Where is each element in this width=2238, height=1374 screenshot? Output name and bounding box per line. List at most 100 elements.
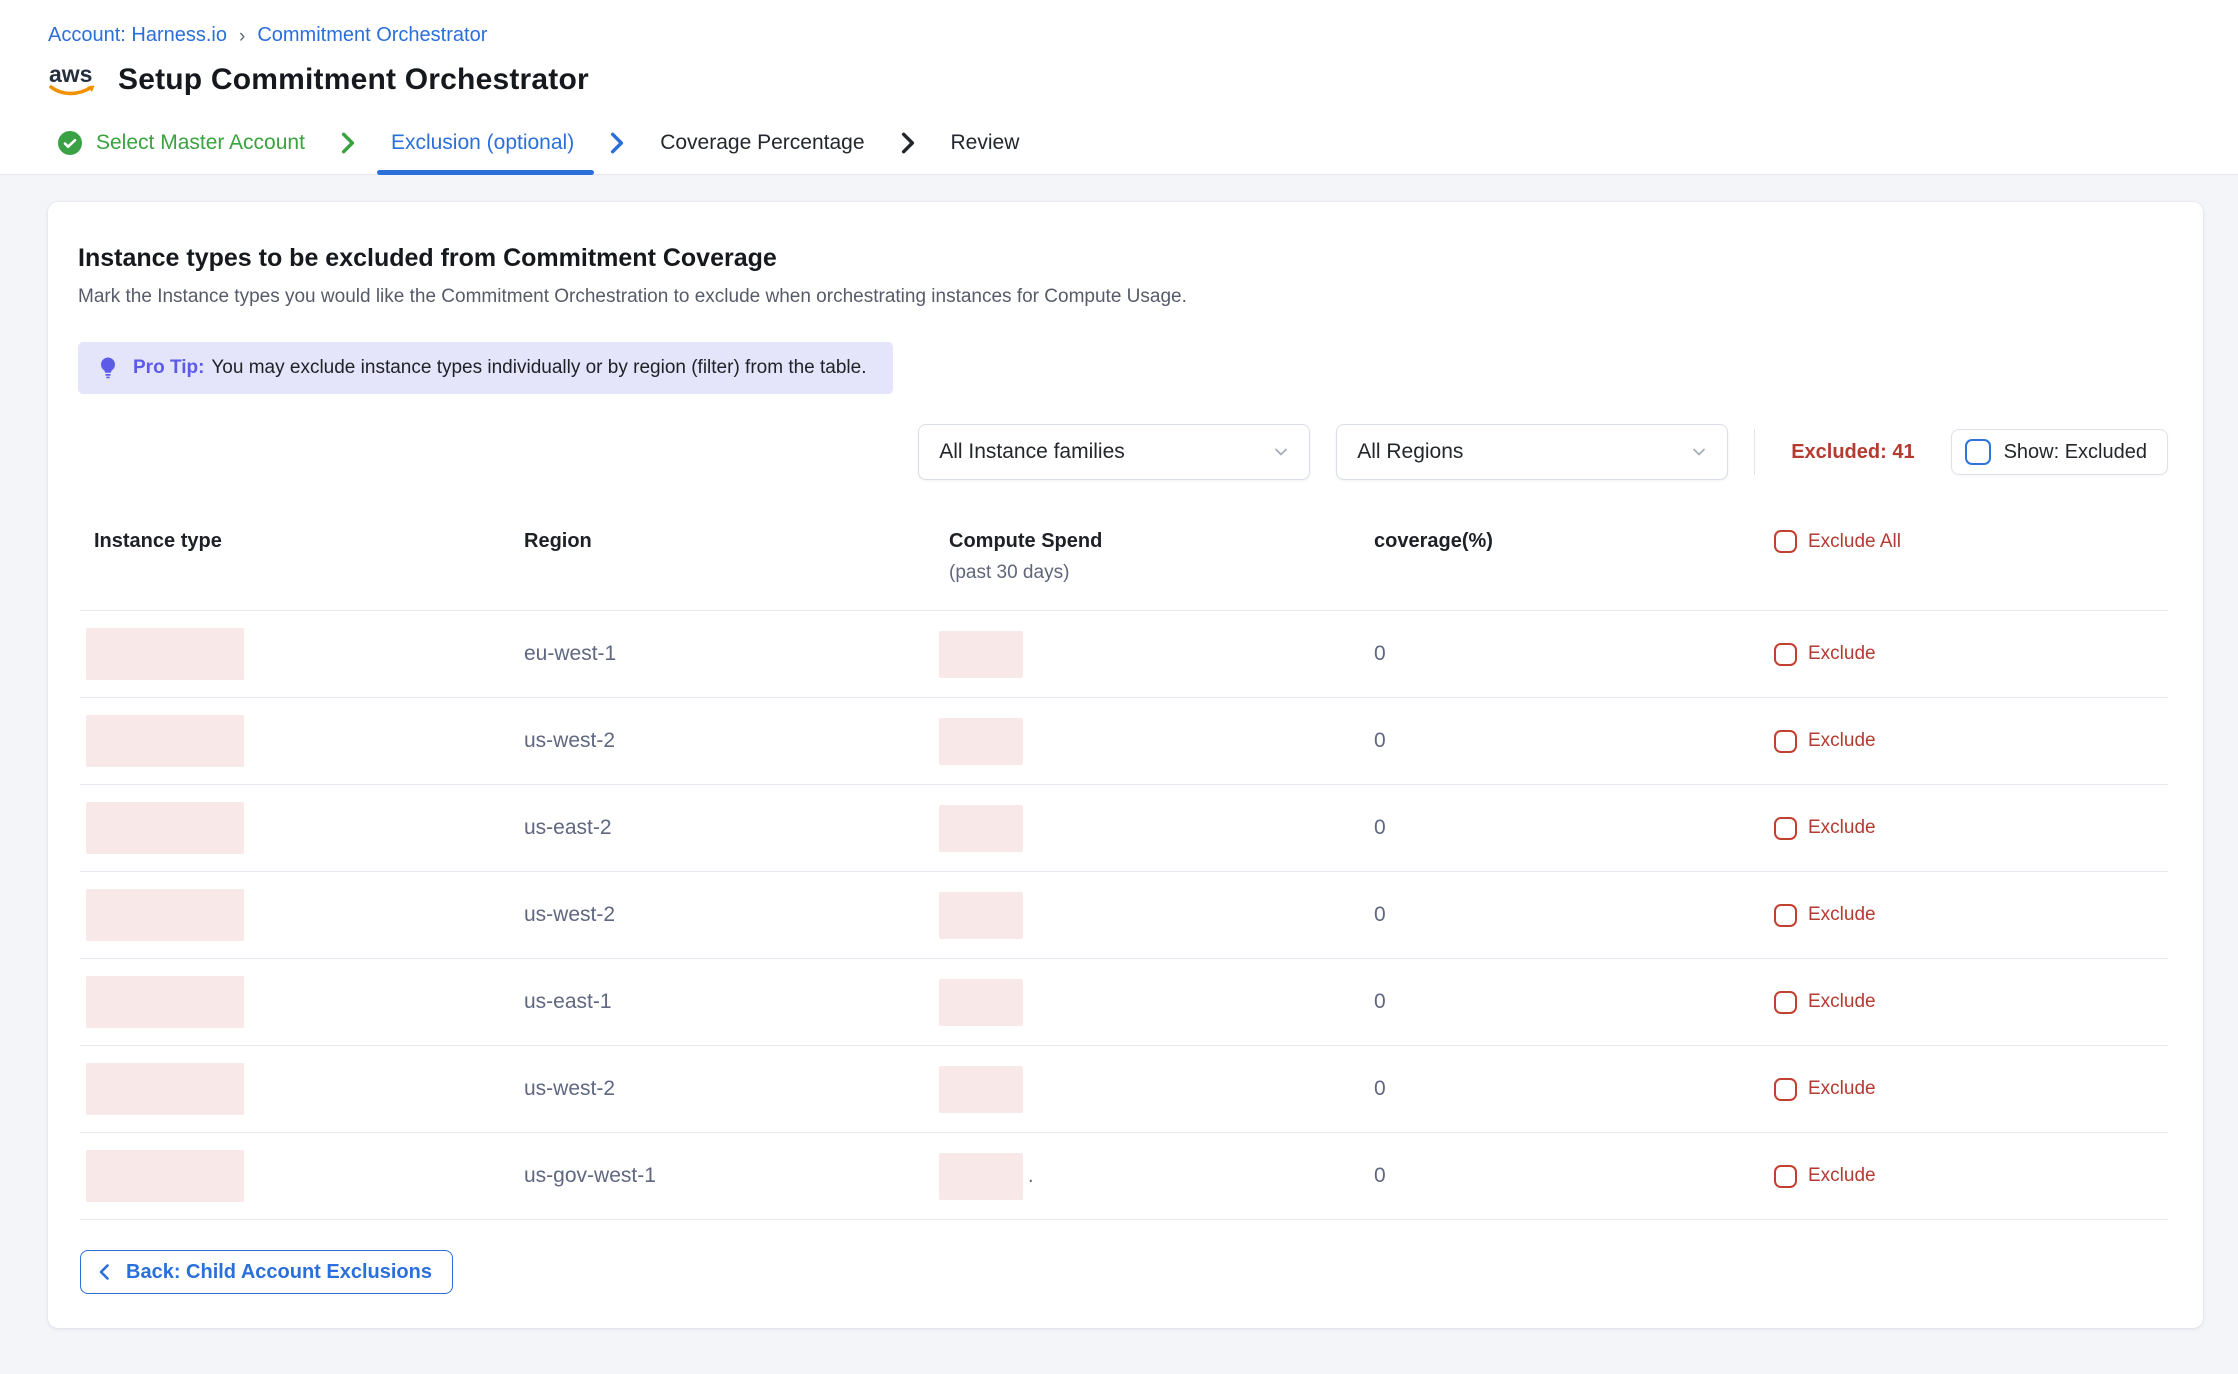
coverage-cell: 0 [1350, 816, 1770, 840]
regions-dropdown[interactable]: All Regions [1336, 424, 1728, 480]
compute-spend-redacted [939, 805, 1023, 852]
region-cell: us-gov-west-1 [510, 1164, 935, 1188]
col-compute-spend-sub: (past 30 days) [949, 562, 1350, 584]
table-row: us-east-2 0 Exclude [80, 785, 2168, 872]
region-cell: us-west-2 [510, 903, 935, 927]
breadcrumb: Account: Harness.io › Commitment Orchest… [0, 0, 2238, 47]
pro-tip-banner: Pro Tip: You may exclude instance types … [78, 342, 893, 394]
instance-type-redacted [86, 889, 244, 941]
exclude-label: Exclude [1808, 904, 1876, 926]
exclude-label: Exclude [1808, 730, 1876, 752]
exclude-control[interactable]: Exclude [1770, 1078, 2168, 1101]
exclude-checkbox[interactable] [1774, 904, 1797, 927]
region-cell: us-west-2 [510, 729, 935, 753]
chevron-right-icon [335, 130, 361, 156]
chevron-left-icon [95, 1262, 115, 1282]
exclude-checkbox[interactable] [1774, 991, 1797, 1014]
pro-tip-label: Pro Tip: [133, 357, 204, 378]
exclude-all-checkbox[interactable] [1774, 530, 1797, 553]
exclude-checkbox[interactable] [1774, 1078, 1797, 1101]
compute-spend-redacted [939, 1066, 1023, 1113]
region-cell: us-west-2 [510, 1077, 935, 1101]
compute-spend-redacted [939, 892, 1023, 939]
excluded-count: Excluded: 41 [1791, 441, 1914, 464]
exclude-checkbox[interactable] [1774, 643, 1797, 666]
show-excluded-checkbox[interactable] [1965, 439, 1991, 465]
step-exclusion[interactable]: Exclusion (optional) [377, 111, 588, 174]
step-label: Exclusion (optional) [391, 131, 574, 155]
exclude-label: Exclude [1808, 817, 1876, 839]
coverage-cell: 0 [1350, 1164, 1770, 1188]
col-compute-spend: Compute Spend (past 30 days) [935, 530, 1350, 584]
pro-tip-text: Pro Tip: You may exclude instance types … [133, 357, 867, 379]
compute-spend-redacted [939, 1153, 1023, 1200]
instance-type-redacted [86, 1063, 244, 1115]
compute-spend-redacted [939, 718, 1023, 765]
step-coverage-percentage[interactable]: Coverage Percentage [646, 111, 878, 174]
coverage-cell: 0 [1350, 903, 1770, 927]
region-cell: us-east-2 [510, 816, 935, 840]
region-cell: eu-west-1 [510, 642, 935, 666]
exclude-control[interactable]: Exclude [1770, 991, 2168, 1014]
breadcrumb-account-link[interactable]: Account: Harness.io [48, 24, 227, 47]
show-excluded-toggle[interactable]: Show: Excluded [1951, 429, 2168, 475]
col-region: Region [510, 530, 935, 553]
instance-type-redacted [86, 976, 244, 1028]
filters-divider [1754, 429, 1755, 475]
section-heading: Instance types to be excluded from Commi… [78, 244, 2169, 273]
instance-type-redacted [86, 1150, 244, 1202]
instance-families-value: All Instance families [939, 440, 1125, 464]
chevron-right-icon [895, 130, 921, 156]
filters-row: All Instance families All Regions Exclud… [80, 424, 2168, 480]
col-instance-type: Instance type [80, 530, 510, 553]
section-subheading: Mark the Instance types you would like t… [78, 286, 2169, 308]
region-cell: us-east-1 [510, 990, 935, 1014]
table-header-row: Instance type Region Compute Spend (past… [80, 530, 2168, 611]
stepper: Select Master Account Exclusion (optiona… [0, 111, 2238, 175]
breadcrumb-page-link[interactable]: Commitment Orchestrator [257, 24, 487, 47]
coverage-cell: 0 [1350, 1077, 1770, 1101]
instance-type-redacted [86, 628, 244, 680]
coverage-cell: 0 [1350, 729, 1770, 753]
exclude-control[interactable]: Exclude [1770, 1165, 2168, 1188]
aws-logo-icon: aws [46, 59, 100, 101]
table-row: us-east-1 0 Exclude [80, 959, 2168, 1046]
exclude-checkbox[interactable] [1774, 1165, 1797, 1188]
exclude-control[interactable]: Exclude [1770, 730, 2168, 753]
exclude-control[interactable]: Exclude [1770, 904, 2168, 927]
exclusions-card: Instance types to be excluded from Commi… [48, 202, 2203, 1328]
breadcrumb-separator-icon: › [239, 26, 245, 48]
coverage-cell: 0 [1350, 642, 1770, 666]
exclude-label: Exclude [1808, 1165, 1876, 1187]
table-row: us-west-2 0 Exclude [80, 1046, 2168, 1133]
table-row: us-gov-west-1 . 0 Exclude [80, 1133, 2168, 1220]
step-label: Select Master Account [96, 131, 305, 155]
table-row: us-west-2 0 Exclude [80, 872, 2168, 959]
svg-text:aws: aws [49, 61, 92, 87]
exclude-checkbox[interactable] [1774, 817, 1797, 840]
compute-spend-suffix: . [1028, 1165, 1034, 1188]
exclude-control[interactable]: Exclude [1770, 817, 2168, 840]
page-title: Setup Commitment Orchestrator [118, 63, 589, 97]
exclude-checkbox[interactable] [1774, 730, 1797, 753]
exclude-all-control[interactable]: Exclude All [1770, 530, 2168, 553]
exclusions-table: Instance type Region Compute Spend (past… [80, 530, 2168, 1220]
col-compute-spend-title: Compute Spend [949, 530, 1350, 553]
pro-tip-body: You may exclude instance types individua… [211, 357, 866, 378]
compute-spend-redacted [939, 979, 1023, 1026]
step-review[interactable]: Review [937, 111, 1034, 174]
top-header: Account: Harness.io › Commitment Orchest… [0, 0, 2238, 175]
regions-value: All Regions [1357, 440, 1463, 464]
exclude-control[interactable]: Exclude [1770, 643, 2168, 666]
title-row: aws Setup Commitment Orchestrator [0, 47, 2238, 101]
table-row: us-west-2 0 Exclude [80, 698, 2168, 785]
exclude-all-label: Exclude All [1808, 531, 1901, 553]
chevron-down-icon [1271, 442, 1291, 462]
compute-spend-redacted [939, 631, 1023, 678]
chevron-down-icon [1689, 442, 1709, 462]
table-row: eu-west-1 0 Exclude [80, 611, 2168, 698]
instance-families-dropdown[interactable]: All Instance families [918, 424, 1310, 480]
step-select-master-account[interactable]: Select Master Account [58, 111, 319, 174]
col-coverage: coverage(%) [1350, 530, 1770, 553]
back-button[interactable]: Back: Child Account Exclusions [80, 1250, 453, 1294]
